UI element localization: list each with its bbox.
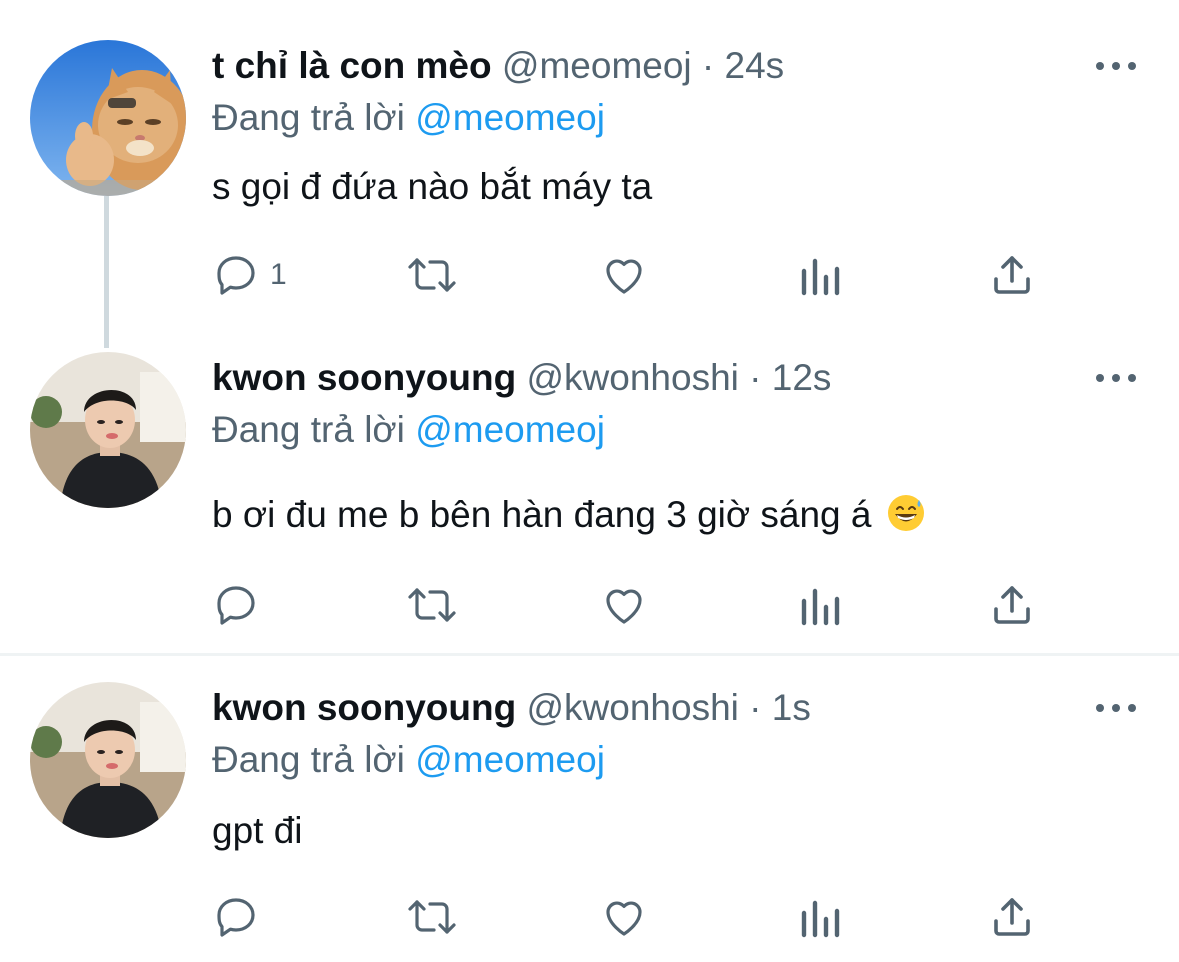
like-icon [606, 901, 642, 936]
tweet-header: kwon soonyoung @kwonhoshi · 12s [212, 356, 831, 400]
analytics-button[interactable] [798, 580, 842, 630]
handle[interactable]: @kwonhoshi [526, 357, 738, 398]
tweet-actions: 1 [212, 250, 1042, 300]
tweet-text: gpt đi [212, 810, 303, 851]
analytics-icon [801, 258, 840, 296]
reply-icon [217, 898, 255, 937]
analytics-button[interactable] [798, 892, 842, 942]
display-name[interactable]: kwon soonyoung [212, 357, 516, 398]
handle[interactable]: @kwonhoshi [526, 687, 738, 728]
analytics-icon [801, 900, 840, 938]
retweet-icon [408, 588, 456, 622]
more-icon[interactable] [1096, 51, 1136, 81]
tweet-2[interactable]: kwon soonyoung @kwonhoshi · 12s Đang trả… [0, 330, 1179, 653]
replying-label: Đang trả lời [212, 97, 405, 138]
replying-to: Đang trả lời @meomeoj [212, 408, 605, 452]
replying-mention[interactable]: @meomeoj [415, 409, 605, 450]
tweet-text-content: b ơi đu me b bên hàn đang 3 giờ sáng á [212, 494, 872, 535]
display-name[interactable]: kwon soonyoung [212, 687, 516, 728]
avatar-person[interactable] [30, 352, 186, 508]
share-button[interactable] [988, 892, 1036, 942]
retweet-icon [408, 258, 456, 292]
share-button[interactable] [988, 580, 1036, 630]
display-name[interactable]: t chỉ là con mèo [212, 45, 492, 86]
more-icon[interactable] [1096, 363, 1136, 393]
reply-icon [217, 256, 255, 295]
share-button[interactable] [988, 250, 1036, 300]
like-icon [606, 589, 642, 624]
tweet-actions [212, 580, 1042, 630]
tweet-3[interactable]: kwon soonyoung @kwonhoshi · 1s Đang trả … [0, 656, 1179, 962]
share-icon [994, 586, 1030, 624]
grinning-sweat-emoji [887, 495, 924, 531]
reply-count: 1 [270, 258, 287, 291]
share-icon [994, 898, 1030, 936]
reply-button[interactable] [212, 892, 260, 942]
avatar-cat[interactable] [30, 40, 186, 196]
handle[interactable]: @meomeoj [502, 45, 692, 86]
replying-to: Đang trả lời @meomeoj [212, 96, 605, 140]
tweet-text: s gọi đ đứa nào bắt máy ta [212, 166, 653, 207]
tweet-actions [212, 892, 1042, 942]
replying-to: Đang trả lời @meomeoj [212, 738, 605, 782]
reply-icon [217, 586, 255, 625]
tweet-text: b ơi đu me b bên hàn đang 3 giờ sáng á [212, 492, 926, 538]
retweet-button[interactable] [404, 892, 460, 942]
like-button[interactable] [600, 892, 648, 942]
more-icon[interactable] [1096, 693, 1136, 723]
reply-button[interactable] [212, 580, 260, 630]
tweet-header: t chỉ là con mèo @meomeoj · 24s [212, 44, 784, 88]
tweet-1[interactable]: t chỉ là con mèo @meomeoj · 24s Đang trả… [0, 0, 1179, 330]
retweet-icon [408, 900, 456, 934]
timestamp[interactable]: · 24s [702, 45, 784, 86]
replying-mention[interactable]: @meomeoj [415, 739, 605, 780]
replying-mention[interactable]: @meomeoj [415, 97, 605, 138]
analytics-button[interactable] [798, 250, 842, 300]
replying-label: Đang trả lời [212, 739, 405, 780]
tweet-header: kwon soonyoung @kwonhoshi · 1s [212, 686, 811, 730]
timestamp[interactable]: · 12s [749, 357, 831, 398]
retweet-button[interactable] [404, 250, 460, 300]
like-button[interactable] [600, 580, 648, 630]
like-icon [606, 259, 642, 294]
like-button[interactable] [600, 250, 648, 300]
avatar-person[interactable] [30, 682, 186, 838]
analytics-icon [801, 588, 840, 626]
share-icon [994, 256, 1030, 294]
replying-label: Đang trả lời [212, 409, 405, 450]
reply-button[interactable]: 1 [212, 250, 287, 300]
retweet-button[interactable] [404, 580, 460, 630]
timestamp[interactable]: · 1s [749, 687, 811, 728]
